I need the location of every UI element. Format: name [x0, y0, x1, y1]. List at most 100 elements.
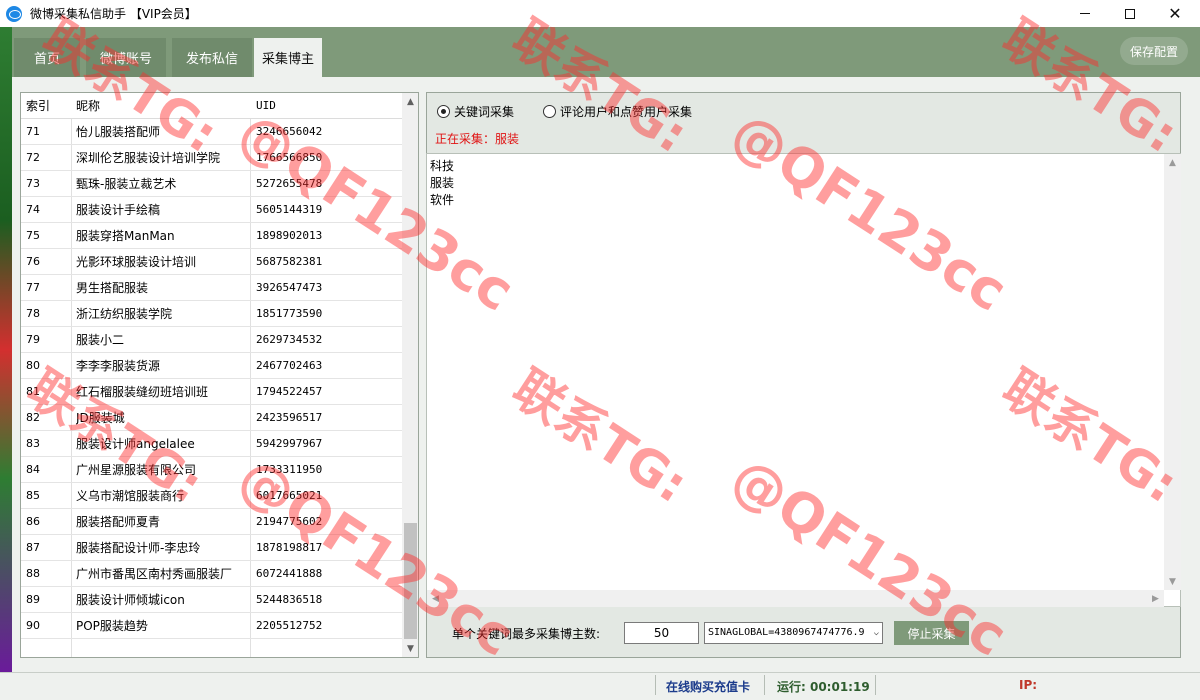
row-uid: 1878198817 [256, 541, 323, 554]
table-row[interactable]: 81 红石榴服装缝纫班培训班 1794522457 [21, 379, 402, 405]
table-row[interactable]: 90 POP服装趋势 2205512752 [21, 613, 402, 639]
row-uid: 1766566850 [256, 151, 323, 164]
table-row[interactable]: 88 广州市番禺区南村秀画服装厂 6072441888 [21, 561, 402, 587]
table-header: 索引 昵称 UID [21, 93, 402, 119]
row-uid: 2205512752 [256, 619, 323, 632]
max-bloggers-input[interactable]: 50 [624, 622, 699, 644]
row-uid: 2629734532 [256, 333, 323, 346]
row-nickname: 服装设计师angelalee [76, 437, 195, 451]
row-nickname: 服装搭配设计师-李忠玲 [76, 541, 201, 555]
table-row[interactable]: 86 服装搭配师夏青 2194775602 [21, 509, 402, 535]
table-row[interactable]: 75 服装穿搭ManMan 1898902013 [21, 223, 402, 249]
table-row[interactable]: 82 JD服装城 2423596517 [21, 405, 402, 431]
row-index: 78 [26, 307, 40, 320]
header-index[interactable]: 索引 [26, 93, 72, 119]
header-nickname[interactable]: 昵称 [76, 93, 248, 119]
keyword-line: 软件 [430, 193, 455, 207]
minimize-button[interactable] [1062, 0, 1108, 27]
row-index: 77 [26, 281, 40, 294]
keyword-line: 科技 [430, 159, 455, 173]
row-nickname: 怡儿服装搭配师 [76, 125, 161, 139]
tab-publish-message[interactable]: 发布私信 [172, 38, 252, 77]
running-time: 运行: 00:01:19 [777, 680, 870, 694]
row-uid: 6072441888 [256, 567, 323, 580]
table-row[interactable]: 73 甄珠-服装立裁艺术 5272655478 [21, 171, 402, 197]
ip-label: IP: [1019, 678, 1038, 692]
keyword-textarea[interactable]: 科技 服装 软件 ▲ ▼ ◀ ▶ [426, 153, 1181, 607]
row-index: 81 [26, 385, 40, 398]
tab-home[interactable]: 首页 [14, 38, 80, 77]
radio-comment-label: 评论用户和点赞用户采集 [560, 105, 693, 119]
scroll-left-arrow-icon[interactable]: ◀ [427, 590, 444, 607]
row-uid: 3926547473 [256, 281, 323, 294]
row-nickname: 义乌市潮馆服装商行 [76, 489, 185, 503]
blogger-table: 索引 昵称 UID 71 怡儿服装搭配师 3246656042 72 深圳伦艺服装设计培… [20, 92, 419, 658]
row-nickname: 甄珠-服装立裁艺术 [76, 177, 177, 191]
row-index: 74 [26, 203, 40, 216]
minimize-icon [1080, 13, 1090, 14]
radio-keyword-label: 关键词采集 [454, 105, 515, 119]
table-row[interactable]: 72 深圳伦艺服装设计培训学院 1766566850 [21, 145, 402, 171]
status-divider [764, 675, 765, 695]
radio-selected-icon [437, 105, 450, 118]
scroll-right-arrow-icon[interactable]: ▶ [1147, 590, 1164, 607]
save-config-button[interactable]: 保存配置 [1120, 37, 1188, 65]
row-index: 83 [26, 437, 40, 450]
tab-collect-bloggers[interactable]: 采集博主 [254, 38, 322, 77]
scroll-down-arrow-icon[interactable]: ▼ [402, 640, 418, 657]
row-index: 84 [26, 463, 40, 476]
row-uid: 2423596517 [256, 411, 323, 424]
row-index: 85 [26, 489, 40, 502]
radio-keyword-collect[interactable]: 关键词采集 [437, 103, 514, 120]
row-nickname: 服装设计师倾城icon [76, 593, 185, 607]
scroll-up-arrow-icon[interactable]: ▲ [402, 93, 418, 110]
maximize-button[interactable] [1107, 0, 1153, 27]
row-uid: 2467702463 [256, 359, 323, 372]
row-nickname: 广州星源服装有限公司 [76, 463, 197, 477]
row-nickname: 光影环球服装设计培训 [76, 255, 197, 269]
table-scrollbar[interactable]: ▲ ▼ [402, 93, 418, 657]
table-row[interactable]: 80 李李李服装货源 2467702463 [21, 353, 402, 379]
header-uid[interactable]: UID [256, 93, 396, 119]
table-row[interactable]: 87 服装搭配设计师-李忠玲 1878198817 [21, 535, 402, 561]
table-row[interactable]: 85 义乌市潮馆服装商行 6017665021 [21, 483, 402, 509]
buy-card-link[interactable]: 在线购买充值卡 [666, 678, 750, 695]
radio-comment-like-collect[interactable]: 评论用户和点赞用户采集 [543, 103, 692, 120]
row-nickname: 服装小二 [76, 333, 125, 347]
keyword-vertical-scrollbar[interactable]: ▲ ▼ [1164, 154, 1181, 590]
row-uid: 1733311950 [256, 463, 323, 476]
max-bloggers-label: 单个关键词最多采集博主数: [452, 627, 601, 641]
row-nickname: 男生搭配服装 [76, 281, 149, 295]
scroll-up-arrow-icon[interactable]: ▲ [1164, 154, 1181, 171]
keyword-horizontal-scrollbar[interactable]: ◀ ▶ [427, 590, 1164, 607]
stop-collect-button[interactable]: 停止采集 [894, 621, 969, 645]
table-row[interactable]: 77 男生搭配服装 3926547473 [21, 275, 402, 301]
tab-weibo-accounts[interactable]: 微博账号 [86, 38, 166, 77]
status-divider [655, 675, 656, 695]
table-row[interactable]: 89 服装设计师倾城icon 5244836518 [21, 587, 402, 613]
app-window: 微博采集私信助手 【VIP会员】 ✕ 首页 微博账号 发布私信 采集博主 保存配… [0, 0, 1200, 700]
scroll-down-arrow-icon[interactable]: ▼ [1164, 573, 1181, 590]
table-row-empty [21, 639, 402, 657]
row-nickname: 服装搭配师夏青 [76, 515, 161, 529]
row-uid: 2194775602 [256, 515, 323, 528]
row-index: 76 [26, 255, 40, 268]
row-index: 86 [26, 515, 40, 528]
collect-status: 正在采集：服装 [435, 132, 520, 146]
row-uid: 1898902013 [256, 229, 323, 242]
scrollbar-thumb[interactable] [404, 523, 417, 639]
table-row[interactable]: 74 服装设计手绘稿 5605144319 [21, 197, 402, 223]
row-uid: 1794522457 [256, 385, 323, 398]
table-row[interactable]: 76 光影环球服装设计培训 5687582381 [21, 249, 402, 275]
table-row[interactable]: 84 广州星源服装有限公司 1733311950 [21, 457, 402, 483]
cookie-select[interactable]: SINAGLOBAL=4380967474776.9 ⌵ [704, 622, 883, 644]
chevron-down-icon: ⌵ [873, 628, 879, 638]
table-row[interactable]: 71 怡儿服装搭配师 3246656042 [21, 119, 402, 145]
row-index: 72 [26, 151, 40, 164]
table-row[interactable]: 83 服装设计师angelalee 5942997967 [21, 431, 402, 457]
table-row[interactable]: 78 浙江纺织服装学院 1851773590 [21, 301, 402, 327]
row-uid: 1851773590 [256, 307, 323, 320]
close-button[interactable]: ✕ [1152, 0, 1198, 27]
row-index: 87 [26, 541, 40, 554]
table-row[interactable]: 79 服装小二 2629734532 [21, 327, 402, 353]
